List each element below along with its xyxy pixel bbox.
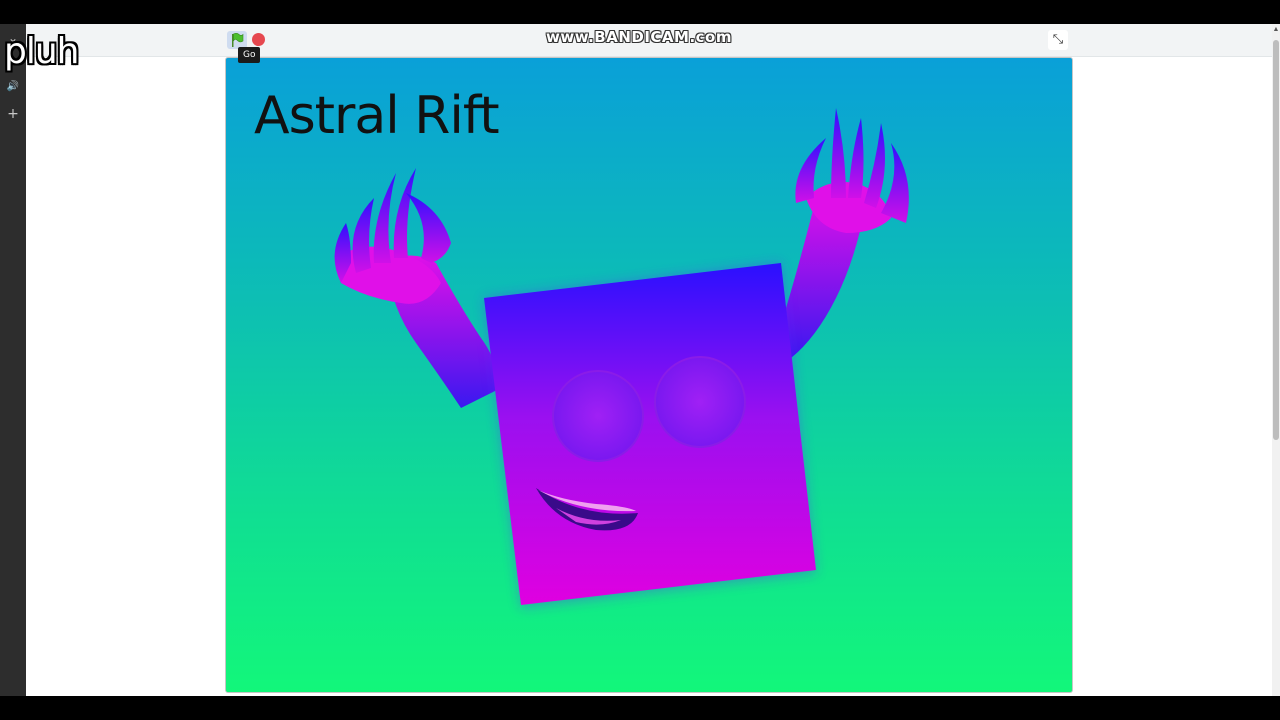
project-stage[interactable]: Astral Rift — [225, 57, 1073, 693]
project-page: Go www.BANDICAM.com ⤡ Astral Rift — [26, 24, 1272, 696]
scroll-thumb[interactable] — [1273, 40, 1279, 440]
plus-icon[interactable]: + — [5, 106, 21, 122]
creature-body — [484, 263, 816, 605]
speaker-icon[interactable]: 🔊 — [5, 79, 21, 95]
letterbox-top — [0, 0, 1280, 24]
right-eye — [654, 356, 746, 448]
left-eye — [552, 370, 644, 462]
left-sidebar: ⌄ 🔊 + — [0, 24, 26, 696]
exit-fullscreen-icon[interactable]: ⤡ — [1048, 30, 1068, 50]
video-caption-overlay: pluh — [4, 31, 79, 72]
recorder-watermark: www.BANDICAM.com — [545, 28, 732, 46]
creature-sprite — [334, 108, 909, 608]
player-controls-bar: Go www.BANDICAM.com ⤡ — [26, 24, 1272, 63]
page-scrollbar[interactable]: ▲ — [1272, 24, 1280, 696]
scroll-up-arrow-icon[interactable]: ▲ — [1272, 26, 1280, 36]
screen: ⌄ 🔊 + Go www.BANDICAM.com ⤡ Astral Rift — [0, 0, 1280, 720]
letterbox-bottom — [0, 696, 1280, 720]
left-arm — [334, 168, 501, 408]
go-tooltip: Go — [238, 47, 261, 63]
right-arm — [786, 108, 909, 358]
